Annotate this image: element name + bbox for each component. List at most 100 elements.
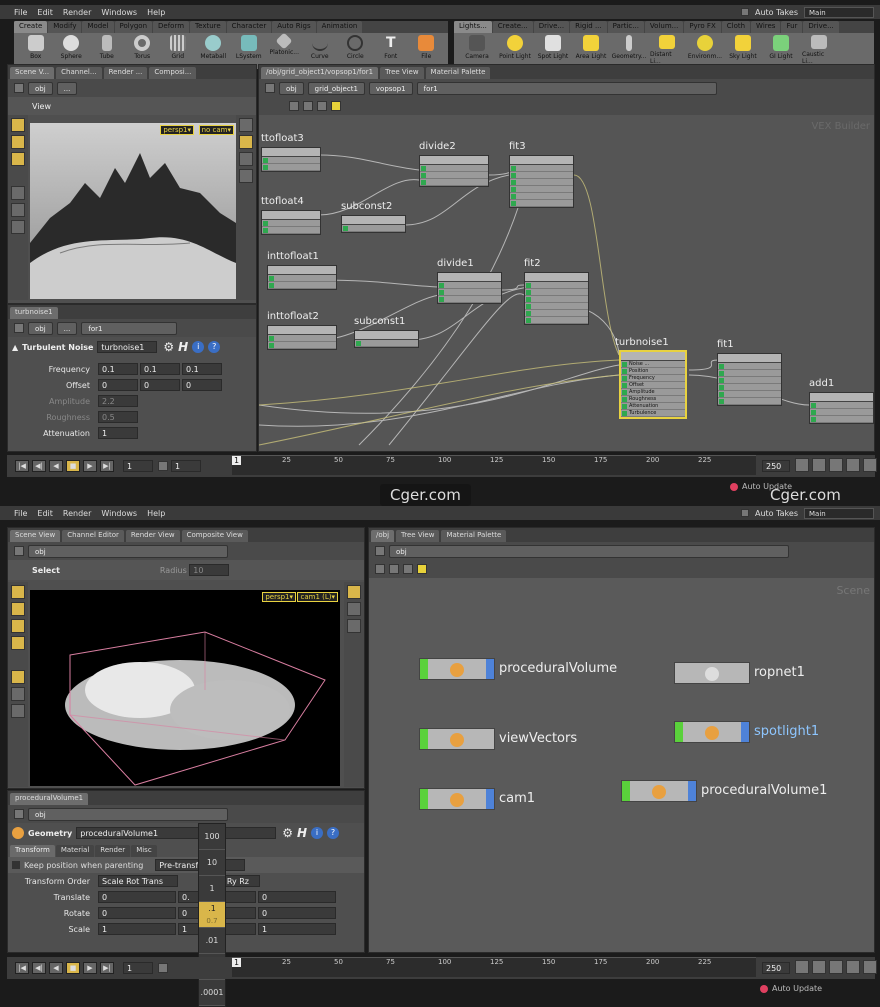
go-start-button-2[interactable]: |◀	[15, 962, 29, 974]
vop-path-grid[interactable]: grid_object1	[307, 81, 365, 95]
network-icon[interactable]	[317, 101, 327, 111]
vop-node-ittofloat3[interactable]	[261, 147, 321, 172]
xform-field[interactable]: 1	[258, 923, 336, 935]
tool-distant-light[interactable]: Distant Li...	[650, 35, 684, 65]
vop-node-fit1[interactable]	[717, 353, 782, 406]
menu-help[interactable]: Help	[147, 8, 165, 17]
tool-spot-light[interactable]: Spot Light	[536, 35, 570, 65]
play-reverse-button[interactable]: ◀	[49, 460, 63, 472]
realtime-icon-2[interactable]	[829, 960, 843, 974]
tool-box[interactable]: Box	[20, 35, 52, 65]
play-button[interactable]: ▶	[83, 460, 97, 472]
obj-node-viewVectors[interactable]	[419, 728, 495, 750]
vop-node-port[interactable]	[718, 363, 781, 370]
sticky-note-icon-2[interactable]	[417, 564, 427, 574]
xform-field[interactable]: 1	[98, 923, 176, 935]
vop-node-port[interactable]	[420, 179, 488, 186]
shelf-tab-lights[interactable]: Lights...	[454, 21, 492, 33]
tool-grid[interactable]: Grid	[162, 35, 194, 65]
param-back-icon[interactable]	[14, 323, 24, 333]
tab-material[interactable]: Material	[55, 845, 95, 857]
tab-render-params[interactable]: Render	[95, 845, 131, 857]
param-path-obj[interactable]: obj	[28, 321, 53, 335]
path-obj[interactable]: obj	[28, 81, 53, 95]
param-field[interactable]: 0	[98, 379, 138, 391]
tool-file[interactable]: File	[411, 35, 443, 65]
volume-viewport[interactable]: persp1▾ cam1 (L)▾	[30, 590, 340, 786]
key-icon-2[interactable]	[812, 960, 826, 974]
value-ladder-dropdown[interactable]: 100101.10.7.01.001.0001	[198, 823, 226, 1007]
vop-node-port[interactable]	[262, 164, 320, 171]
menu-file[interactable]: File	[14, 8, 27, 17]
obj-node-proceduralVolume1[interactable]	[621, 780, 697, 802]
back-arrow-icon[interactable]	[14, 83, 24, 93]
vop-network-editor[interactable]: VEX Builder ttofloat3 ttofloat4 inttoflo…	[259, 115, 874, 451]
obj-node-proceduralVolume[interactable]	[419, 658, 495, 680]
tool-point-light[interactable]: Point Light	[498, 35, 532, 65]
tab-render[interactable]: Render ...	[103, 67, 148, 79]
radius-field[interactable]: 10	[189, 564, 230, 576]
tab-material-palette[interactable]: Material Palette	[425, 67, 491, 79]
shelf-tab-texture[interactable]: Texture	[190, 21, 226, 33]
vop-node-port[interactable]	[510, 186, 573, 193]
vop-node-port[interactable]	[268, 275, 336, 282]
vop-node-port[interactable]	[525, 310, 588, 317]
take-select-2[interactable]: Main	[804, 507, 874, 519]
shelf-tab-create2[interactable]: Create...	[492, 21, 533, 33]
tool-sphere[interactable]: Sphere	[56, 35, 88, 65]
menu2-help[interactable]: Help	[147, 509, 165, 518]
param-field[interactable]: 0	[182, 379, 222, 391]
tool-font[interactable]: T Font	[375, 35, 407, 65]
param-path-for1[interactable]: for1	[81, 321, 178, 335]
shelf-tab-rigid[interactable]: Rigid ...	[570, 21, 607, 33]
audio-icon[interactable]	[795, 458, 809, 472]
param-field[interactable]: 0.1	[182, 363, 222, 375]
light-icon-2[interactable]	[347, 585, 361, 599]
ladder-item[interactable]: .1 0.7	[199, 902, 225, 928]
persp-menu-2[interactable]: persp1▾	[262, 592, 296, 602]
vop-node-port[interactable]	[355, 340, 418, 347]
list-icon[interactable]	[289, 101, 299, 111]
obj-network-editor[interactable]: Scene proceduralVolume viewVectors cam1 rop…	[369, 578, 874, 952]
obj-node-cam1[interactable]	[419, 788, 495, 810]
back-arrow-icon-2[interactable]	[14, 546, 24, 556]
help-h-icon-2[interactable]: H	[297, 826, 307, 840]
tab2-composite-view[interactable]: Composite View	[181, 530, 248, 542]
node-render-flag[interactable]	[486, 659, 494, 679]
vop-node-port[interactable]	[268, 282, 336, 289]
tab-scene-view[interactable]: Scene V...	[10, 67, 55, 79]
vop-node-port[interactable]	[718, 398, 781, 405]
path-more[interactable]: ...	[56, 81, 78, 95]
vop-path-obj[interactable]: obj	[279, 81, 304, 95]
vop-node-port[interactable]: Offset	[621, 382, 685, 389]
pose-tool-icon[interactable]	[11, 203, 25, 217]
shelf-tab-pyro[interactable]: Pyro FX	[684, 21, 721, 33]
tab-material-palette-2[interactable]: Material Palette	[441, 530, 507, 542]
xform-field[interactable]: 0	[98, 907, 176, 919]
tool-circle[interactable]: Circle	[340, 35, 372, 65]
param-field[interactable]: 0.5	[98, 411, 138, 423]
shelf-tab-deform[interactable]: Deform	[153, 21, 190, 33]
vop-node-turbnoise1[interactable]: Noise ... Position Frequency Offset Amplitud…	[619, 350, 687, 419]
vop-path-for1[interactable]: for1	[416, 81, 717, 95]
tool-geometry-light[interactable]: Geometry...	[612, 35, 646, 65]
shelf-tab-character[interactable]: Character	[226, 21, 272, 33]
options-icon-2[interactable]	[863, 960, 877, 974]
help-icon[interactable]: ?	[208, 341, 221, 353]
play-button-2[interactable]: ▶	[83, 962, 97, 974]
tab-tree-view[interactable]: Tree View	[380, 67, 424, 79]
bottom-auto-update[interactable]: Auto Update	[772, 984, 822, 993]
node-display-flag[interactable]	[622, 781, 630, 801]
vop-node-port[interactable]: Turbulence	[621, 410, 685, 417]
shelf-tab-cloth[interactable]: Cloth	[721, 21, 751, 33]
scale-tool-icon[interactable]	[11, 135, 25, 149]
node-display-flag[interactable]	[420, 789, 428, 809]
tool-area-light[interactable]: Area Light	[574, 35, 608, 65]
node-render-flag[interactable]	[688, 781, 696, 801]
vop-node-port[interactable]	[268, 335, 336, 342]
tool-platonic[interactable]: Platonic...	[269, 32, 301, 65]
shelf-tab-create[interactable]: Create	[14, 21, 48, 33]
ladder-item[interactable]: .0001	[199, 980, 225, 1006]
vop-node-port[interactable]	[718, 370, 781, 377]
menu-windows[interactable]: Windows	[101, 8, 137, 17]
